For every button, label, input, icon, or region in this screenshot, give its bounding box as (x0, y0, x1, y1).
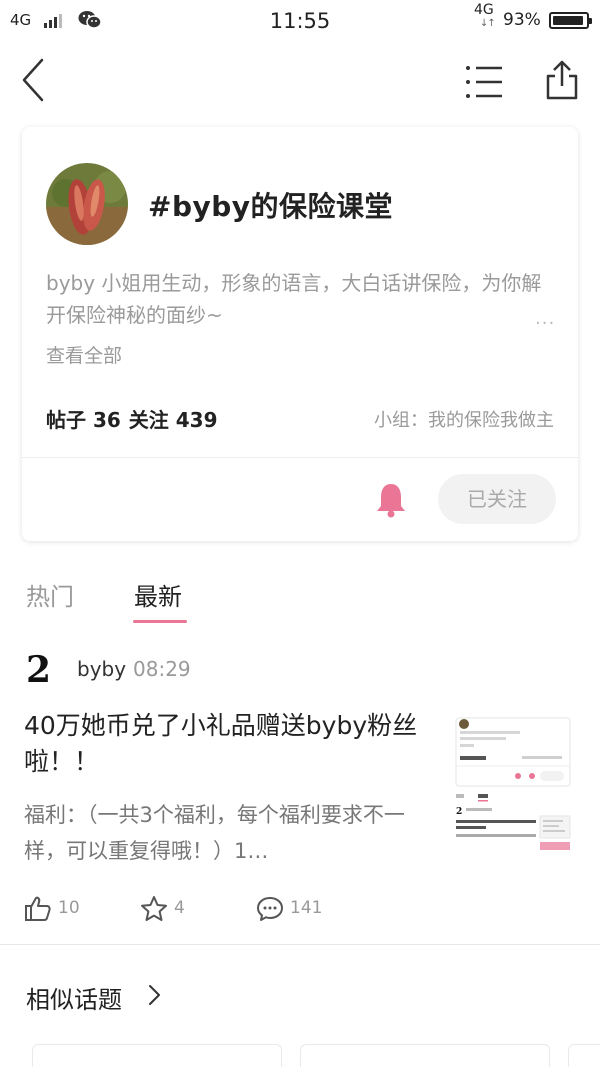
battery-percent: 93% (503, 10, 541, 30)
section-divider (0, 944, 600, 945)
similar-topic-card[interactable] (568, 1044, 600, 1067)
topic-title: #byby的保险课堂 (148, 190, 394, 223)
similar-topics-title[interactable]: 相似话题 (26, 980, 122, 1015)
chevron-right-icon[interactable] (146, 982, 164, 1008)
like-count: 10 (58, 898, 80, 918)
followed-button[interactable]: 已关注 (438, 474, 556, 524)
post-title[interactable]: 40万她币兑了小礼品赠送byby粉丝啦！！ (24, 708, 424, 780)
list-menu-icon[interactable] (462, 62, 506, 102)
comment-count: 141 (290, 898, 323, 918)
data-arrows-icon: ↓↑ (480, 18, 496, 29)
similar-topic-card[interactable] (300, 1044, 550, 1067)
follows-count: 关注 439 (128, 408, 218, 432)
post-thumbnail[interactable]: 2 (452, 716, 574, 862)
active-tab-indicator (133, 620, 187, 623)
topic-stats: 帖子 36 关注 439 (46, 404, 226, 433)
tab-latest[interactable]: 最新 (134, 577, 182, 612)
network-type-secondary: 4G (474, 2, 494, 18)
more-dots-icon[interactable]: ··· (535, 313, 555, 334)
svg-text:2: 2 (456, 807, 462, 817)
tab-hot[interactable]: 热门 (26, 577, 74, 612)
topic-avatar (46, 163, 128, 245)
post-excerpt[interactable]: 福利：（一共3个福利，每个福利要求不一样，可以重复得哦！）1… (24, 797, 424, 869)
back-arrow-icon[interactable] (16, 56, 56, 104)
thumbs-up-icon (25, 896, 51, 921)
post-actions: 10 4 141 (24, 895, 424, 925)
comment-icon (257, 897, 283, 921)
status-bar: 4G 11:55 4G ↓↑ 93% (0, 0, 600, 44)
battery-icon (549, 12, 592, 29)
topic-card: #byby的保险课堂 byby 小姐用生动，形象的语言，大白话讲保险，为你解开保… (22, 127, 578, 541)
star-icon (141, 896, 167, 921)
divider (22, 457, 578, 458)
post-author-avatar[interactable]: 2 (26, 650, 58, 690)
topic-description: byby 小姐用生动，形象的语言，大白话讲保险，为你解开保险神秘的面纱~ (46, 271, 542, 327)
post-time: 08:29 (133, 657, 191, 681)
favorite-count: 4 (174, 898, 185, 918)
view-all-link[interactable]: 查看全部 (46, 341, 122, 368)
share-icon[interactable] (542, 56, 582, 104)
bell-icon[interactable] (376, 482, 406, 518)
post-author[interactable]: byby (77, 657, 126, 681)
similar-topic-card[interactable] (32, 1044, 282, 1067)
posts-count: 帖子 36 (46, 408, 121, 432)
group-link[interactable]: 小组：我的保险我做主 (374, 406, 554, 432)
